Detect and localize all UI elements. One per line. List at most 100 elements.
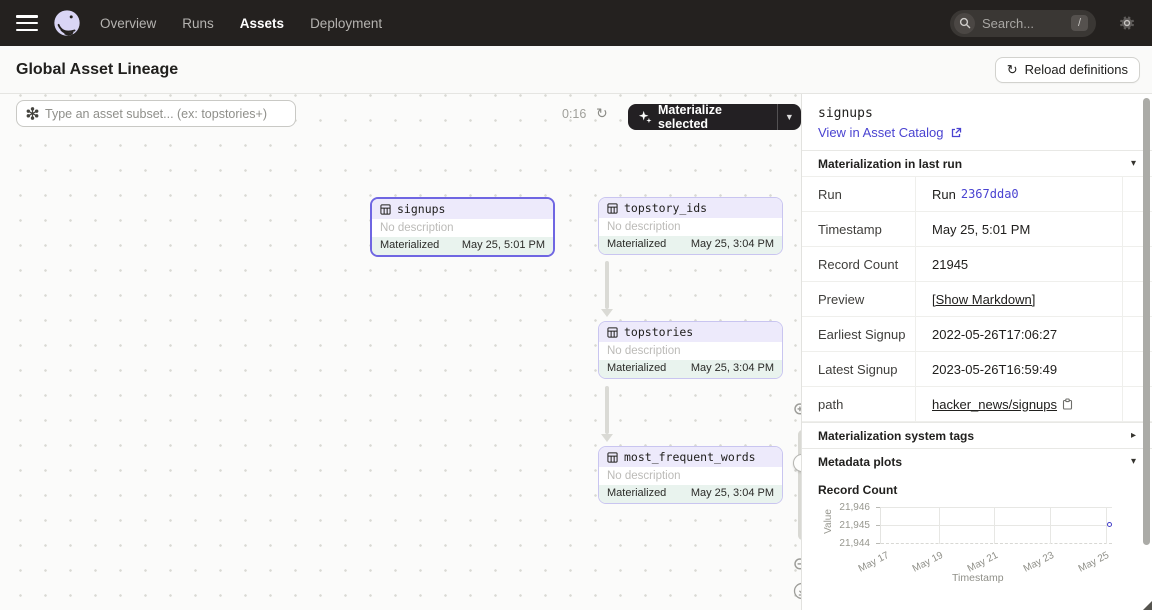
row-label: Latest Signup — [802, 362, 915, 377]
asset-node-signups[interactable]: signups No description Materialized May … — [370, 197, 555, 257]
materialize-selected-label: Materialize selected — [658, 103, 767, 131]
row-label: Timestamp — [802, 222, 915, 237]
chart-plot-area — [880, 507, 1112, 544]
x-tick-label: May 17 — [847, 550, 891, 580]
table-row-path: path hacker_news/signups — [802, 387, 1152, 422]
asset-graph-icon — [26, 107, 39, 120]
row-label: Run — [802, 187, 915, 202]
row-value: 2023-05-26T16:59:49 — [915, 352, 1122, 386]
edge-topstory-ids-to-topstories — [605, 261, 609, 309]
asset-node-status: Materialized — [380, 239, 439, 252]
asset-details-sidebar: signups View in Asset Catalog Materializ… — [802, 94, 1152, 610]
chart-data-point[interactable] — [1107, 522, 1112, 527]
asset-node-timestamp: May 25, 5:01 PM — [462, 239, 545, 252]
page-header: Global Asset Lineage ↻ Reload definition… — [0, 46, 1152, 94]
x-tick-label: May 19 — [901, 550, 945, 580]
download-graph-icon[interactable] — [793, 582, 802, 600]
asset-node-topstory-ids[interactable]: topstory_ids No description Materialized… — [598, 197, 783, 255]
nav-item-assets[interactable]: Assets — [240, 16, 284, 31]
asset-node-status: Materialized — [607, 487, 666, 500]
path-link[interactable]: hacker_news/signups — [932, 397, 1057, 412]
sparkle-icon — [638, 110, 652, 124]
row-value: 2022-05-26T17:06:27 — [915, 317, 1122, 351]
section-materialization-in-last-run[interactable]: Materialization in last run ▾ — [802, 150, 1152, 176]
asset-node-timestamp: May 25, 3:04 PM — [691, 238, 774, 251]
chart-title: Record Count — [802, 474, 1152, 497]
row-label: Preview — [802, 292, 915, 307]
table-row-timestamp: Timestamp May 25, 5:01 PM — [802, 212, 1152, 247]
section-label: Materialization system tags — [818, 429, 974, 443]
section-label: Materialization in last run — [818, 157, 962, 171]
row-label: path — [802, 397, 915, 412]
asset-node-status: Materialized — [607, 238, 666, 251]
asset-node-topstories[interactable]: topstories No description Materialized M… — [598, 321, 783, 379]
page-title: Global Asset Lineage — [16, 61, 178, 79]
search-shortcut-badge: / — [1071, 15, 1088, 31]
chart-y-axis-label: Value — [823, 509, 834, 534]
view-in-asset-catalog-link[interactable]: View in Asset Catalog — [802, 121, 1152, 150]
asset-node-header: signups — [372, 199, 553, 219]
reload-definitions-button[interactable]: ↻ Reload definitions — [995, 57, 1140, 83]
asset-node-footer: Materialized May 25, 3:04 PM — [599, 360, 782, 378]
chevron-down-icon: ▾ — [1131, 456, 1136, 467]
table-row-record-count: Record Count 21945 — [802, 247, 1152, 282]
table-row-latest-signup: Latest Signup 2023-05-26T16:59:49 — [802, 352, 1152, 387]
record-count-chart: Record Count 21,946 21,945 21,944 May 17… — [802, 474, 1152, 609]
reload-icon: ↻ — [1007, 63, 1018, 76]
table-row-earliest-signup: Earliest Signup 2022-05-26T17:06:27 — [802, 317, 1152, 352]
edge-arrowhead — [601, 309, 613, 317]
nav-items: Overview Runs Assets Deployment — [100, 16, 382, 31]
y-tick-label: 21,944 — [810, 538, 870, 549]
table-icon — [607, 452, 618, 463]
row-value: May 25, 5:01 PM — [915, 212, 1122, 246]
catalog-link-label: View in Asset Catalog — [818, 125, 944, 140]
asset-node-footer: Materialized May 25, 3:04 PM — [599, 236, 782, 254]
search-input[interactable]: Search... / — [950, 10, 1096, 37]
asset-node-header: topstories — [599, 322, 782, 342]
asset-subset-input[interactable] — [45, 107, 286, 121]
sidebar-scrollbar[interactable] — [1143, 98, 1150, 545]
run-prefix: Run — [932, 187, 956, 202]
row-label: Record Count — [802, 257, 915, 272]
nav-item-overview[interactable]: Overview — [100, 16, 156, 31]
asset-node-header: most_frequent_words — [599, 447, 782, 467]
x-tick-label: May 23 — [1012, 550, 1056, 580]
refresh-icon[interactable]: ↻ — [596, 105, 608, 122]
lineage-graph-canvas[interactable]: 0:16 ↻ Materialize selected ▼ — [0, 94, 802, 610]
zoom-slider-handle[interactable] — [793, 454, 802, 472]
zoom-out-icon[interactable] — [793, 557, 802, 575]
asset-node-most-frequent-words[interactable]: most_frequent_words No description Mater… — [598, 446, 783, 504]
copy-to-clipboard-icon[interactable] — [1062, 398, 1073, 410]
table-icon — [607, 203, 618, 214]
x-tick-label: May 25 — [1067, 550, 1111, 580]
edge-topstories-to-most-frequent-words — [605, 386, 609, 434]
dagster-logo[interactable] — [52, 8, 82, 38]
zoom-in-icon[interactable] — [793, 402, 802, 420]
gear-icon[interactable] — [1118, 14, 1136, 32]
show-markdown-link[interactable]: [Show Markdown] — [932, 292, 1035, 307]
reload-definitions-label: Reload definitions — [1025, 62, 1128, 77]
sidebar-asset-name: signups — [802, 94, 1152, 121]
resize-handle[interactable] — [1143, 601, 1152, 610]
asset-subset-filter[interactable] — [16, 100, 296, 127]
asset-node-footer: Materialized May 25, 5:01 PM — [372, 237, 553, 255]
nav-item-runs[interactable]: Runs — [182, 16, 214, 31]
asset-node-description: No description — [372, 219, 553, 237]
table-icon — [380, 204, 391, 215]
y-tick-label: 21,945 — [810, 520, 870, 531]
chart-x-axis-label: Timestamp — [952, 572, 1004, 584]
materialization-details-table: Run Run 2367dda0 Timestamp May 25, 5:01 … — [802, 176, 1152, 422]
materialize-selected-button[interactable]: Materialize selected ▼ — [628, 104, 801, 130]
table-row-run: Run Run 2367dda0 — [802, 177, 1152, 212]
run-id-link[interactable]: 2367dda0 — [961, 187, 1019, 201]
section-materialization-system-tags[interactable]: Materialization system tags ▸ — [802, 422, 1152, 448]
edge-arrowhead — [601, 434, 613, 442]
asset-node-description: No description — [599, 342, 782, 360]
asset-node-name: signups — [397, 202, 445, 216]
search-placeholder: Search... — [982, 16, 1071, 31]
asset-node-description: No description — [599, 218, 782, 236]
materialize-dropdown-caret[interactable]: ▼ — [777, 104, 801, 130]
hamburger-menu-icon[interactable] — [16, 15, 38, 31]
section-metadata-plots[interactable]: Metadata plots ▾ — [802, 448, 1152, 474]
nav-item-deployment[interactable]: Deployment — [310, 16, 382, 31]
